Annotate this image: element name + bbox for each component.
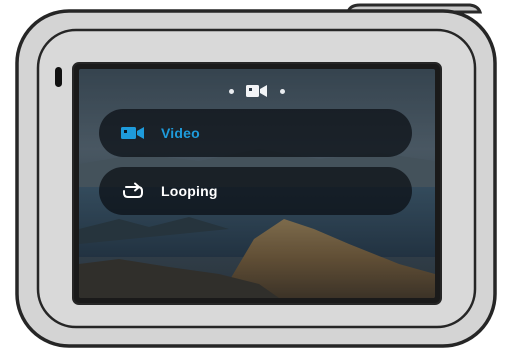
- page-dot-right: [280, 88, 285, 94]
- video-camera-icon: [121, 121, 161, 145]
- video-camera-icon: [244, 83, 270, 99]
- loop-arrow-icon: [121, 179, 161, 203]
- touch-screen[interactable]: Video Looping: [79, 69, 435, 298]
- page-dot-left: [229, 88, 234, 94]
- menu-item-label: Looping: [161, 183, 218, 199]
- camera-device: Video Looping: [0, 0, 509, 352]
- menu-item-video[interactable]: Video: [99, 109, 412, 157]
- menu-item-looping[interactable]: Looping: [99, 167, 412, 215]
- status-led: [55, 67, 62, 87]
- menu-item-label: Video: [161, 125, 200, 141]
- mode-indicator: [79, 79, 435, 103]
